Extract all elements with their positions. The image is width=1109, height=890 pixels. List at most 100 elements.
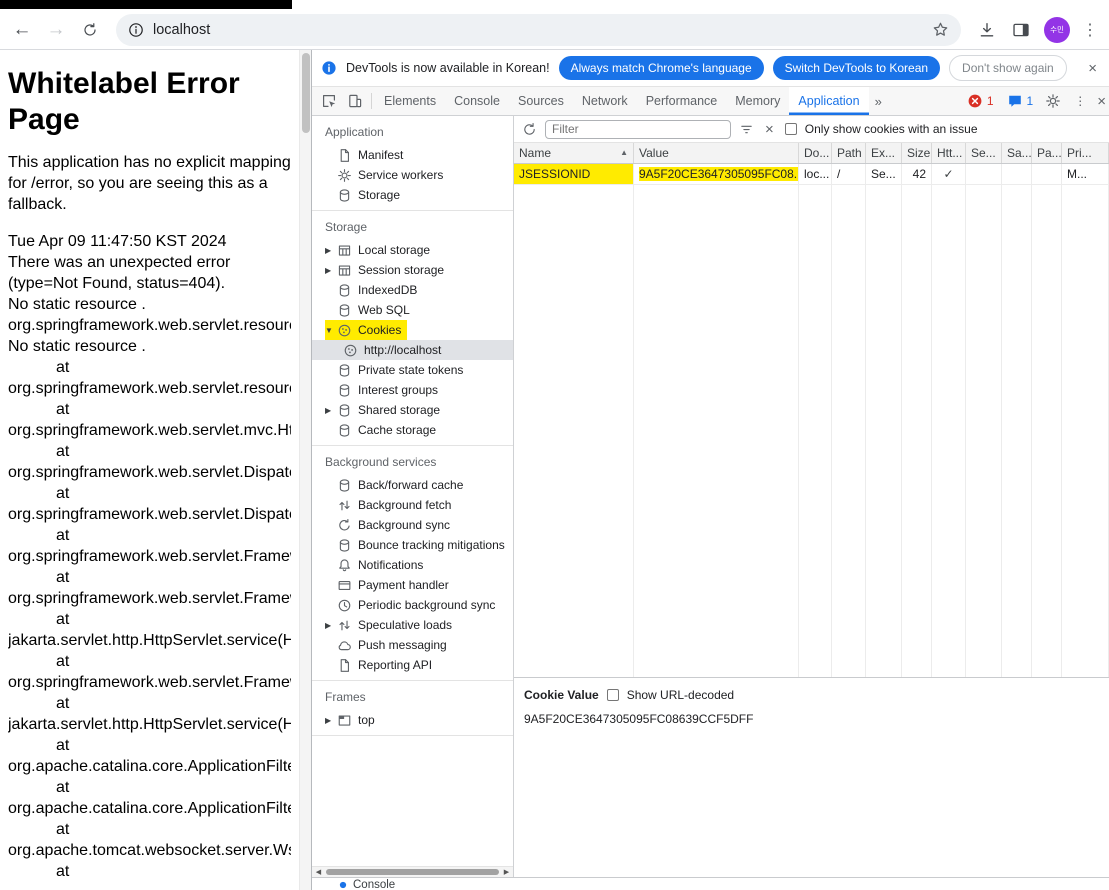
- console-drawer[interactable]: Console: [312, 877, 1109, 890]
- back-button[interactable]: ←: [6, 14, 38, 46]
- cookie-secure-cell[interactable]: [966, 164, 1002, 184]
- tab-performance[interactable]: Performance: [637, 87, 727, 115]
- page-vertical-scrollbar[interactable]: [299, 50, 311, 890]
- sidebar-item-top-frame[interactable]: ▶ top: [312, 710, 513, 730]
- sidebar-item-indexeddb[interactable]: IndexedDB: [312, 280, 513, 300]
- cookie-priority-cell[interactable]: M...: [1062, 164, 1109, 184]
- column-header-size[interactable]: Size: [902, 143, 932, 163]
- sidebar-item-private-state-tokens[interactable]: Private state tokens: [312, 360, 513, 380]
- downloads-button[interactable]: [971, 14, 1003, 46]
- sidebar-item-payment-handler[interactable]: Payment handler: [312, 575, 513, 595]
- only-issue-checkbox[interactable]: [784, 123, 797, 135]
- column-header-partition[interactable]: Pa...: [1032, 143, 1062, 163]
- inspect-element-button[interactable]: [316, 87, 342, 115]
- sidebar-item-reporting-api[interactable]: Reporting API: [312, 655, 513, 675]
- column-header-samesite[interactable]: Sa...: [1002, 143, 1032, 163]
- database-icon: [337, 363, 352, 378]
- devtools-close-icon[interactable]: ×: [1094, 93, 1109, 110]
- cookie-value-cell[interactable]: 9A5F20CE3647305095FC08...: [634, 164, 799, 184]
- page-info-icon[interactable]: [128, 22, 144, 38]
- sidebar-item-cache-storage[interactable]: Cache storage: [312, 420, 513, 440]
- more-tabs-button[interactable]: »: [869, 87, 888, 115]
- tab-console[interactable]: Console: [445, 87, 509, 115]
- cookie-partition-cell[interactable]: [1032, 164, 1062, 184]
- devtools-menu-button[interactable]: ⋮: [1067, 94, 1093, 108]
- column-header-path[interactable]: Path: [832, 143, 866, 163]
- switch-devtools-korean-button[interactable]: Switch DevTools to Korean: [772, 56, 941, 80]
- cookie-samesite-cell[interactable]: [1002, 164, 1032, 184]
- match-language-button[interactable]: Always match Chrome's language: [558, 56, 764, 80]
- scrollbar-thumb[interactable]: [301, 53, 310, 133]
- sidebar-item-storage[interactable]: Storage: [312, 185, 513, 205]
- sidebar-item-cookies[interactable]: ▼ Cookies: [312, 320, 513, 340]
- device-toolbar-button[interactable]: [342, 87, 368, 115]
- tree-collapsed-icon[interactable]: ▶: [325, 716, 337, 725]
- issues-badge[interactable]: 1: [1001, 93, 1040, 109]
- devtools-settings-button[interactable]: [1040, 93, 1066, 109]
- errors-badge[interactable]: 1: [961, 93, 1000, 109]
- sidebar-item-periodic-background-sync[interactable]: Periodic background sync: [312, 595, 513, 615]
- dont-show-again-button[interactable]: Don't show again: [949, 55, 1067, 81]
- bookmark-star-icon[interactable]: [932, 21, 949, 38]
- sidebar-item-notifications[interactable]: Notifications: [312, 555, 513, 575]
- tree-collapsed-icon[interactable]: ▶: [325, 246, 337, 255]
- exception-message: No static resource .: [8, 338, 146, 355]
- sidebar-item-manifest[interactable]: Manifest: [312, 145, 513, 165]
- sidebar-item-session-storage[interactable]: ▶ Session storage: [312, 260, 513, 280]
- filter-icon[interactable]: [739, 122, 754, 137]
- cookie-row-jsessionid[interactable]: JSESSIONID 9A5F20CE3647305095FC08... loc…: [514, 164, 1109, 185]
- sidebar-item-speculative-loads[interactable]: ▶ Speculative loads: [312, 615, 513, 635]
- column-header-value[interactable]: Value: [634, 143, 799, 163]
- tab-network[interactable]: Network: [573, 87, 637, 115]
- scroll-left-icon[interactable]: ◀: [312, 867, 325, 877]
- profile-avatar[interactable]: 수민: [1044, 16, 1070, 43]
- sidebar-item-background-sync[interactable]: Background sync: [312, 515, 513, 535]
- address-bar[interactable]: localhost: [116, 13, 961, 46]
- show-url-decoded-checkbox[interactable]: [606, 689, 619, 701]
- tab-sources[interactable]: Sources: [509, 87, 573, 115]
- tree-collapsed-icon[interactable]: ▶: [325, 621, 337, 630]
- tree-expanded-icon[interactable]: ▼: [325, 326, 337, 335]
- cookie-expires-cell[interactable]: Se...: [866, 164, 902, 184]
- infobar-close-icon[interactable]: ×: [1085, 60, 1100, 77]
- cookie-httponly-cell[interactable]: ✓: [932, 164, 966, 184]
- tree-collapsed-icon[interactable]: ▶: [325, 266, 337, 275]
- cookie-size-cell[interactable]: 42: [902, 164, 932, 184]
- forward-button[interactable]: →: [40, 14, 72, 46]
- column-header-expires[interactable]: Ex...: [866, 143, 902, 163]
- sidebar-item-service-workers[interactable]: Service workers: [312, 165, 513, 185]
- sidebar-item-interest-groups[interactable]: Interest groups: [312, 380, 513, 400]
- scrollbar-thumb[interactable]: [326, 869, 499, 875]
- cookie-path-cell[interactable]: /: [832, 164, 866, 184]
- sidebar-item-http-localhost[interactable]: http://localhost: [312, 340, 513, 360]
- column-header-httponly[interactable]: Htt...: [932, 143, 966, 163]
- browser-menu-button[interactable]: ⋮: [1077, 20, 1103, 40]
- tab-elements[interactable]: Elements: [375, 87, 445, 115]
- column-header-priority[interactable]: Pri...: [1062, 143, 1109, 163]
- sidebar-item-bounce-tracking[interactable]: Bounce tracking mitigations: [312, 535, 513, 555]
- tab-application[interactable]: Application: [789, 87, 869, 115]
- tab-memory[interactable]: Memory: [726, 87, 789, 115]
- refresh-cookies-icon[interactable]: [522, 122, 537, 137]
- sidebar-item-push-messaging[interactable]: Push messaging: [312, 635, 513, 655]
- clear-cookies-icon[interactable]: ×: [762, 121, 777, 138]
- scroll-right-icon[interactable]: ▶: [500, 867, 513, 877]
- column-header-domain[interactable]: Do...: [799, 143, 832, 163]
- page-title: Whitelabel Error Page: [8, 67, 240, 136]
- cookie-filter-input[interactable]: [545, 119, 731, 139]
- reload-button[interactable]: [74, 14, 106, 46]
- sidebar-item-back-forward-cache[interactable]: Back/forward cache: [312, 475, 513, 495]
- column-header-secure[interactable]: Se...: [966, 143, 1002, 163]
- sidebar-item-background-fetch[interactable]: Background fetch: [312, 495, 513, 515]
- column-header-name[interactable]: Name ▲: [514, 143, 634, 163]
- side-panel-button[interactable]: [1005, 14, 1037, 46]
- cookie-domain-cell[interactable]: loc...: [799, 164, 832, 184]
- sidebar-item-web-sql[interactable]: Web SQL: [312, 300, 513, 320]
- url-text[interactable]: localhost: [153, 22, 210, 38]
- database-icon: [337, 403, 352, 418]
- sidebar-item-local-storage[interactable]: ▶ Local storage: [312, 240, 513, 260]
- tree-collapsed-icon[interactable]: ▶: [325, 406, 337, 415]
- sidebar-horizontal-scrollbar[interactable]: ◀ ▶: [312, 866, 513, 877]
- cookie-name-cell[interactable]: JSESSIONID: [514, 164, 634, 184]
- sidebar-item-shared-storage[interactable]: ▶ Shared storage: [312, 400, 513, 420]
